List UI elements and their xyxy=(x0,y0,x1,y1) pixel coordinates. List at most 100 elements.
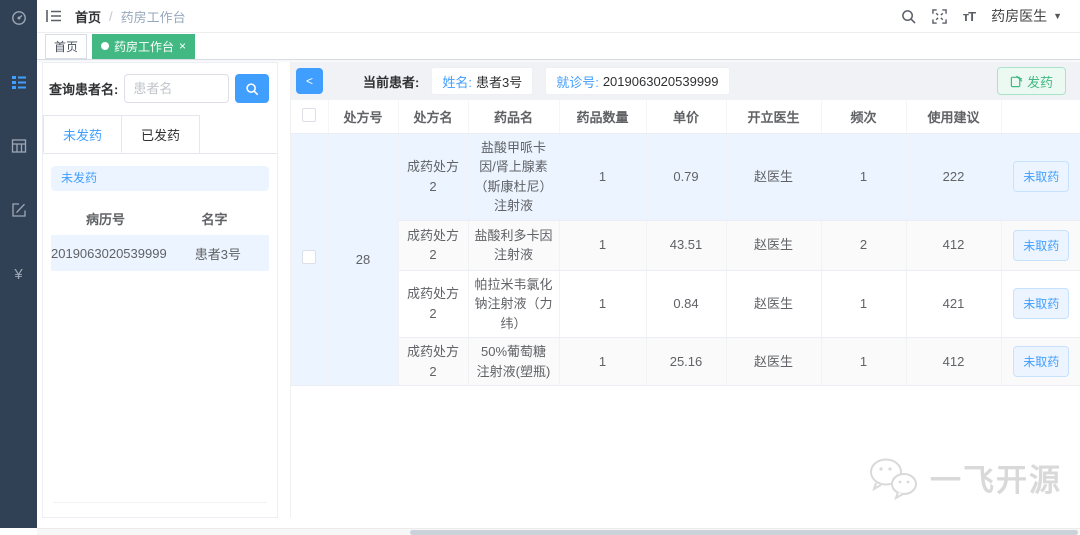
unit-price-cell: 25.16 xyxy=(646,337,727,386)
font-size-icon[interactable]: ᴛT xyxy=(963,9,976,24)
patient-panel: 查询患者名: 未发药 已发药 未发药 病历号 名字 20190630205399… xyxy=(42,62,278,518)
table-row: 成药处方2 50%葡萄糖注射液(塑瓶) 1 25.16 赵医生 1 412 未取… xyxy=(291,337,1080,386)
tab-dispensed[interactable]: 已发药 xyxy=(122,115,201,153)
table-row: 成药处方2 帕拉米韦氯化钠注射液（力纬） 1 0.84 赵医生 1 421 未取… xyxy=(291,270,1080,338)
unit-price-cell: 43.51 xyxy=(646,220,727,271)
not-picked-button[interactable]: 未取药 xyxy=(1013,346,1070,377)
prescription-no-cell: 28 xyxy=(328,133,399,386)
drug-name-cell: 帕拉米韦氯化钠注射液（力纬） xyxy=(468,270,560,338)
watermark: 一飞开源 xyxy=(866,455,1062,500)
quantity-cell: 1 xyxy=(559,337,647,386)
patient-list: 病历号 名字 2019063020539999 患者3号 xyxy=(51,201,269,271)
prescription-name-cell: 成药处方2 xyxy=(398,270,469,338)
prescription-table: 处方号 处方名 药品名 药品数量 单价 开立医生 频次 使用建议 28 成药处方… xyxy=(291,100,1080,386)
prescription-panel: < 当前患者: 姓名: 患者3号 就诊号: 2019063020539999 发… xyxy=(290,62,1080,518)
topbar: 首页 / 药房工作台 ᴛT 药房医生 ▼ xyxy=(37,0,1080,33)
patient-search-button[interactable] xyxy=(235,74,269,103)
col-doctor: 开立医生 xyxy=(726,100,822,134)
currency-icon[interactable]: ¥ xyxy=(9,264,29,284)
panel-divider xyxy=(53,502,267,503)
col-advice: 使用建议 xyxy=(906,100,1002,134)
collapse-left-button[interactable]: < xyxy=(296,68,323,94)
tag-pharmacy-workbench[interactable]: 药房工作台 × xyxy=(92,33,196,59)
not-picked-button[interactable]: 未取药 xyxy=(1013,229,1070,261)
close-icon[interactable]: × xyxy=(179,40,186,52)
breadcrumb-home[interactable]: 首页 xyxy=(75,7,101,26)
horizontal-scrollbar xyxy=(37,528,1080,535)
visit-no-value: 2019063020539999 xyxy=(602,73,719,89)
advice-cell: 412 xyxy=(906,220,1002,271)
topbar-actions: ᴛT 药房医生 ▼ xyxy=(901,6,1080,26)
chevron-down-icon: ▼ xyxy=(1053,11,1062,21)
record-no-value: 2019063020539999 xyxy=(51,245,167,261)
col-quantity: 药品数量 xyxy=(559,100,647,134)
frequency-cell: 1 xyxy=(821,270,907,338)
dashboard-icon[interactable] xyxy=(9,8,29,28)
advice-cell: 412 xyxy=(906,337,1002,386)
breadcrumb: 首页 / 药房工作台 xyxy=(75,7,186,26)
unit-price-cell: 0.84 xyxy=(646,270,727,338)
visit-no-label: 就诊号: xyxy=(556,74,599,90)
quantity-cell: 1 xyxy=(559,270,647,338)
user-menu[interactable]: 药房医生 ▼ xyxy=(991,6,1062,26)
search-icon[interactable] xyxy=(901,9,916,24)
quantity-cell: 1 xyxy=(559,133,647,221)
breadcrumb-current: 药房工作台 xyxy=(120,9,186,25)
not-picked-button[interactable]: 未取药 xyxy=(1013,288,1070,320)
patient-name-value: 患者3号 xyxy=(194,246,241,262)
record-no-header: 病历号 xyxy=(85,211,125,227)
tag-pharmacy-label: 药房工作台 xyxy=(114,39,175,54)
col-frequency: 频次 xyxy=(821,100,907,134)
edit-icon[interactable] xyxy=(9,200,29,220)
patient-list-item[interactable]: 2019063020539999 患者3号 xyxy=(51,235,269,271)
col-unit-price: 单价 xyxy=(646,100,727,134)
grid-icon[interactable] xyxy=(9,136,29,156)
select-all-checkbox[interactable] xyxy=(302,107,317,122)
quantity-cell: 1 xyxy=(559,220,647,271)
tags-bar: 首页 药房工作台 × xyxy=(37,33,1080,60)
advice-cell: 222 xyxy=(906,133,1002,221)
table-row: 成药处方2 盐酸利多卡因注射液 1 43.51 赵医生 2 412 未取药 xyxy=(291,220,1080,271)
frequency-cell: 2 xyxy=(821,220,907,271)
name-value: 患者3号 xyxy=(475,74,523,90)
breadcrumb-separator: / xyxy=(109,8,113,24)
scrollbar-thumb[interactable] xyxy=(410,530,1078,535)
col-prescription-name: 处方名 xyxy=(398,100,469,134)
list-icon[interactable] xyxy=(9,72,29,92)
table-header-row: 处方号 处方名 药品名 药品数量 单价 开立医生 频次 使用建议 xyxy=(291,100,1080,134)
doctor-cell: 赵医生 xyxy=(726,133,822,221)
prescription-name-cell: 成药处方2 xyxy=(398,220,469,271)
prescription-name-cell: 成药处方2 xyxy=(398,337,469,386)
watermark-text: 一飞开源 xyxy=(930,463,1062,498)
fullscreen-icon[interactable] xyxy=(932,8,947,24)
table-row: 28 成药处方2 盐酸甲哌卡因/肾上腺素（斯康杜尼）注射液 1 0.79 赵医生… xyxy=(291,133,1080,386)
row-checkbox[interactable] xyxy=(302,249,317,264)
sidebar-fold-icon[interactable] xyxy=(37,0,71,33)
wechat-logo-icon xyxy=(870,458,917,500)
prescription-name-cell: 成药处方2 xyxy=(398,133,469,221)
current-patient-label: 当前患者: xyxy=(363,74,420,90)
search-icon xyxy=(246,82,259,95)
not-picked-button[interactable]: 未取药 xyxy=(1013,161,1070,192)
col-prescription-no: 处方号 xyxy=(328,100,399,134)
col-drug-name: 药品名 xyxy=(468,100,560,134)
name-label: 姓名: xyxy=(442,74,472,90)
tab-not-dispensed[interactable]: 未发药 xyxy=(43,115,123,153)
tag-home-label: 首页 xyxy=(54,39,79,54)
dispense-icon xyxy=(1010,75,1023,87)
active-dot-icon xyxy=(101,42,110,50)
frequency-cell: 1 xyxy=(821,337,907,386)
doctor-cell: 赵医生 xyxy=(726,220,822,271)
drug-name-cell: 盐酸甲哌卡因/肾上腺素（斯康杜尼）注射液 xyxy=(468,133,560,221)
tag-home[interactable]: 首页 xyxy=(45,33,88,59)
visit-no-box: 就诊号: 2019063020539999 xyxy=(545,67,730,95)
current-patient-bar: < 当前患者: 姓名: 患者3号 就诊号: 2019063020539999 发… xyxy=(291,62,1080,100)
drug-name-cell: 盐酸利多卡因注射液 xyxy=(468,220,560,271)
doctor-cell: 赵医生 xyxy=(726,337,822,386)
frequency-cell: 1 xyxy=(821,133,907,221)
icon-sidebar: ¥ xyxy=(0,0,37,528)
patient-search-input[interactable] xyxy=(124,74,229,103)
dispense-button[interactable]: 发药 xyxy=(996,67,1066,95)
advice-cell: 421 xyxy=(906,270,1002,338)
dispense-status-tabs: 未发药 已发药 xyxy=(43,115,277,154)
